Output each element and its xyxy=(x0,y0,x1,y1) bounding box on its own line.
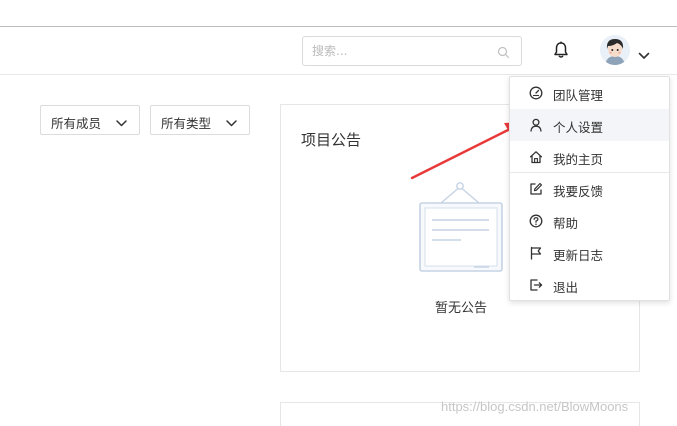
empty-board-icon xyxy=(419,181,505,277)
user-avatar[interactable] xyxy=(600,35,630,65)
flag-icon xyxy=(529,246,543,260)
edit-icon xyxy=(529,182,543,196)
type-filter-label: 所有类型 xyxy=(161,116,212,131)
menu-item-logout[interactable]: 退出 xyxy=(510,269,669,301)
menu-item-label: 更新日志 xyxy=(553,248,604,263)
menu-item-team-management[interactable]: 团队管理 xyxy=(510,77,669,109)
menu-item-label: 帮助 xyxy=(553,216,579,231)
search-icon[interactable] xyxy=(497,44,510,63)
help-icon xyxy=(529,214,543,228)
page: 所有成员 所有类型 项目公告 xyxy=(0,0,677,426)
chevron-down-icon[interactable] xyxy=(638,45,650,64)
menu-item-label: 退出 xyxy=(553,280,579,295)
search-box[interactable] xyxy=(302,36,522,66)
chevron-down-icon xyxy=(116,115,127,130)
notification-bell-icon[interactable] xyxy=(553,41,569,63)
menu-item-label: 我的主页 xyxy=(553,152,604,167)
user-menu-dropdown: 团队管理 个人设置 我的主页 我要反馈 帮助 更新日志 退出 xyxy=(509,76,670,301)
member-filter-select[interactable]: 所有成员 xyxy=(40,105,140,135)
logout-icon xyxy=(529,278,543,292)
dashboard-icon xyxy=(529,86,543,100)
member-filter-label: 所有成员 xyxy=(51,116,102,131)
menu-item-personal-settings[interactable]: 个人设置 xyxy=(510,109,669,141)
top-header xyxy=(0,27,677,75)
watermark-text: https://blog.csdn.net/BlowMoons xyxy=(441,399,629,414)
notice-title: 项目公告 xyxy=(301,131,362,149)
menu-item-label: 我要反馈 xyxy=(553,184,604,199)
menu-item-feedback[interactable]: 我要反馈 xyxy=(510,173,669,205)
menu-item-my-homepage[interactable]: 我的主页 xyxy=(510,141,669,173)
home-icon xyxy=(529,150,543,164)
search-input[interactable] xyxy=(312,42,492,60)
type-filter-select[interactable]: 所有类型 xyxy=(150,105,250,135)
menu-item-label: 个人设置 xyxy=(553,120,604,135)
user-icon xyxy=(529,118,543,132)
menu-item-help[interactable]: 帮助 xyxy=(510,205,669,237)
chevron-down-icon xyxy=(226,115,237,130)
menu-item-changelog[interactable]: 更新日志 xyxy=(510,237,669,269)
menu-item-label: 团队管理 xyxy=(553,88,604,103)
